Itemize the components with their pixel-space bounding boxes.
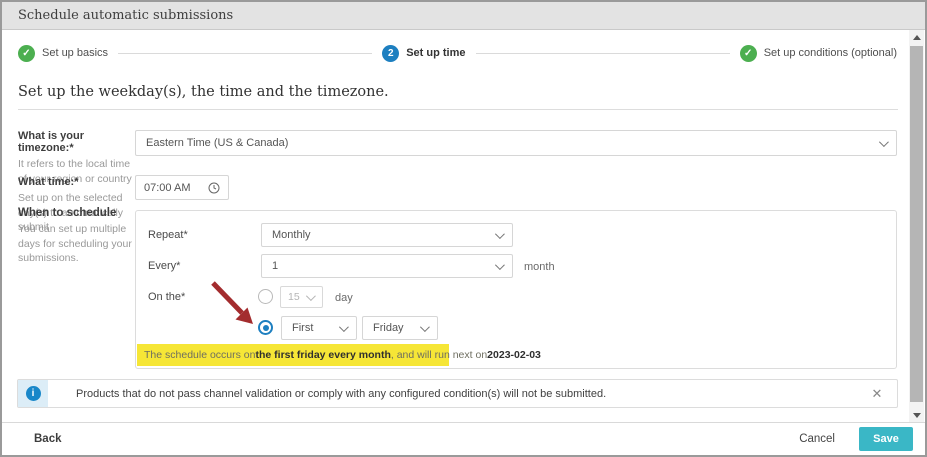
dialog-footer: Back Cancel Save <box>2 422 925 455</box>
ordinal-select-value: First <box>292 322 339 334</box>
info-icon-cell: i <box>18 380 48 407</box>
scroll-up-icon[interactable] <box>909 30 924 44</box>
stepper-connector <box>118 53 372 54</box>
clock-icon <box>208 182 220 194</box>
schedule-label: When to schedule <box>18 207 132 219</box>
scrollbar-thumb[interactable] <box>910 46 923 402</box>
step-label: Set up time <box>406 47 465 59</box>
time-input[interactable]: 07:00 AM <box>135 175 229 200</box>
info-banner: i Products that do not pass channel vali… <box>17 379 898 408</box>
repeat-select-value: Monthly <box>272 229 495 241</box>
chevron-down-icon <box>306 291 316 301</box>
triangle-up-icon <box>913 35 921 40</box>
schedule-helper: You can set up multiple days for schedul… <box>18 222 132 266</box>
save-button[interactable]: Save <box>859 427 913 451</box>
chevron-down-icon <box>495 229 505 239</box>
weekday-select[interactable]: Friday <box>362 316 438 340</box>
chevron-down-icon <box>495 260 505 270</box>
cancel-button[interactable]: Cancel <box>799 433 835 445</box>
timezone-label: What is your timezone:* <box>18 130 132 154</box>
vertical-scrollbar[interactable] <box>909 30 924 422</box>
every-unit-text: month <box>524 261 555 273</box>
step-setup-conditions[interactable]: ✓ Set up conditions (optional) <box>740 45 897 62</box>
check-icon: ✓ <box>18 45 35 62</box>
step-setup-time[interactable]: 2 Set up time <box>382 45 465 62</box>
stepper-connector <box>476 53 730 54</box>
back-button[interactable]: Back <box>34 433 62 445</box>
dialog-title: Schedule automatic submissions <box>18 8 233 23</box>
info-banner-message: Products that do not pass channel valida… <box>48 380 857 407</box>
step-label: Set up conditions (optional) <box>764 47 897 59</box>
summary-prefix: The schedule occurs on <box>144 349 255 361</box>
footer-actions: Cancel Save <box>799 427 925 451</box>
chevron-down-icon <box>420 322 430 332</box>
schedule-summary-highlight: The schedule occurs on the first friday … <box>137 344 449 366</box>
summary-schedule-bold: the first friday every month <box>255 349 390 361</box>
wizard-stepper: ✓ Set up basics 2 Set up time ✓ Set up c… <box>18 42 897 64</box>
weekday-select-value: Friday <box>373 322 420 334</box>
step-setup-basics[interactable]: ✓ Set up basics <box>18 45 108 62</box>
chevron-down-icon <box>879 137 889 147</box>
schedule-label-block: When to schedule You can set up multiple… <box>18 207 132 266</box>
on-the-label: On the* <box>148 291 185 303</box>
schedule-dialog-window: Schedule automatic submissions ✓ Set up … <box>0 0 927 457</box>
annotation-arrow-icon <box>205 278 267 334</box>
timezone-select[interactable]: Eastern Time (US & Canada) <box>135 130 897 156</box>
info-icon: i <box>26 386 41 401</box>
day-unit-text: day <box>335 292 353 304</box>
divider <box>18 109 898 110</box>
page-subtitle: Set up the weekday(s), the time and the … <box>18 84 389 100</box>
time-input-value: 07:00 AM <box>144 182 208 194</box>
every-select[interactable]: 1 <box>261 254 513 278</box>
triangle-down-icon <box>913 413 921 418</box>
time-label: What time:* <box>18 176 132 188</box>
every-label: Every* <box>148 260 180 272</box>
repeat-label: Repeat* <box>148 229 188 241</box>
step-number-badge: 2 <box>382 45 399 62</box>
day-number-select[interactable]: 15 <box>280 286 323 308</box>
dialog-titlebar: Schedule automatic submissions <box>2 2 925 30</box>
summary-middle: , and will run next on <box>391 349 487 361</box>
day-number-value: 15 <box>288 291 300 303</box>
repeat-select[interactable]: Monthly <box>261 223 513 247</box>
timezone-select-value: Eastern Time (US & Canada) <box>146 137 879 149</box>
every-select-value: 1 <box>272 260 495 272</box>
step-label: Set up basics <box>42 47 108 59</box>
ordinal-select[interactable]: First <box>281 316 357 340</box>
check-icon: ✓ <box>740 45 757 62</box>
summary-date-bold: 2023-02-03 <box>487 349 541 361</box>
chevron-down-icon <box>339 322 349 332</box>
close-icon[interactable]: ✕ <box>857 380 897 407</box>
scroll-down-icon[interactable] <box>909 408 924 422</box>
